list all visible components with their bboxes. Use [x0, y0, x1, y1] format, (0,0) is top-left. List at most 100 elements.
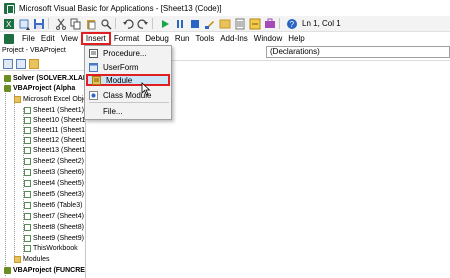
sheet-icon	[24, 191, 31, 198]
insert-module-item[interactable]: Module	[86, 74, 170, 86]
menu-edit[interactable]: Edit	[38, 32, 58, 45]
tree-connector	[5, 76, 6, 276]
tree-node-sheet[interactable]: Sheet6 (Table3)	[24, 201, 82, 210]
view-excel-icon[interactable]: X	[3, 18, 15, 30]
vba-project-icon	[4, 85, 11, 92]
project-toolbar	[0, 57, 85, 71]
svg-text:X: X	[6, 20, 12, 29]
project-explorer-title: Project - VBAProject	[0, 46, 85, 56]
insert-userform-item[interactable]: UserForm	[85, 61, 171, 73]
menu-window[interactable]: Window	[251, 32, 285, 45]
tree-node-vbaproject[interactable]: VBAProject (Alpha	[4, 84, 75, 93]
sheet-icon	[24, 147, 31, 154]
sheet-icon	[24, 180, 31, 187]
tree-connector	[14, 94, 15, 262]
menu-view[interactable]: View	[58, 32, 81, 45]
sheet-icon	[24, 213, 31, 220]
tree-node-sheet[interactable]: Sheet9 (Sheet9)	[24, 234, 84, 243]
menu-run[interactable]: Run	[172, 32, 193, 45]
svg-text:?: ?	[290, 20, 295, 29]
properties-icon[interactable]	[234, 18, 246, 30]
paste-icon[interactable]	[85, 18, 97, 30]
sheet-icon	[24, 224, 31, 231]
save-icon[interactable]	[33, 18, 45, 30]
folder-icon	[14, 96, 21, 103]
design-mode-icon[interactable]	[204, 18, 216, 30]
tree-node-sheet[interactable]: Sheet3 (Sheet6)	[24, 168, 84, 177]
module-icon	[92, 75, 101, 85]
tree-node-sheet[interactable]: Sheet7 (Sheet4)	[24, 212, 84, 221]
copy-icon[interactable]	[70, 18, 82, 30]
menu-tools[interactable]: Tools	[193, 32, 218, 45]
title-bar: Microsoft Visual Basic for Applications …	[0, 0, 450, 16]
sheet-icon	[24, 137, 31, 144]
tree-node-sheet[interactable]: Sheet8 (Sheet8)	[24, 223, 84, 232]
sheet-icon	[24, 158, 31, 165]
insert-class-module-item[interactable]: Class Module	[85, 89, 171, 101]
excel-icon[interactable]	[4, 33, 14, 44]
view-object-icon[interactable]	[16, 58, 26, 69]
toolbar-separator	[48, 18, 49, 29]
toolbox-icon[interactable]	[264, 18, 276, 30]
vba-project-icon	[4, 75, 11, 82]
menu-insert[interactable]: Insert	[80, 32, 111, 45]
tree-node-sheet[interactable]: Sheet12 (Sheet11)	[24, 136, 85, 145]
userform-icon	[89, 62, 98, 72]
sheet-icon	[24, 107, 31, 114]
tree-node-sheet[interactable]: Sheet1 (Sheet1)	[24, 106, 84, 115]
sheet-icon	[24, 235, 31, 242]
tree-node-sheet[interactable]: Sheet13 (Sheet12)	[24, 146, 85, 155]
workbook-icon	[24, 245, 31, 252]
toolbar-separator	[279, 18, 280, 29]
redo-icon[interactable]	[137, 18, 149, 30]
object-browser-icon[interactable]	[249, 18, 261, 30]
cut-icon[interactable]	[55, 18, 67, 30]
toolbar-separator	[115, 18, 116, 29]
project-explorer-icon[interactable]	[219, 18, 231, 30]
menu-debug[interactable]: Debug	[142, 32, 172, 45]
sheet-icon	[24, 169, 31, 176]
insert-file-item[interactable]: File...	[85, 105, 171, 117]
tree-node-excel-objects[interactable]: Microsoft Excel Objects	[14, 95, 85, 104]
insert-object-icon[interactable]	[18, 18, 30, 30]
tree-node-modules[interactable]: Modules	[14, 255, 49, 264]
run-icon[interactable]	[159, 18, 171, 30]
insert-menu-dropdown: Procedure... UserForm Module Class Modul…	[84, 45, 172, 120]
vba-project-icon	[4, 267, 11, 274]
tree-node-sheet[interactable]: Sheet11 (Sheet14)	[24, 126, 85, 135]
tree-node-solver[interactable]: Solver (SOLVER.XLAM)	[4, 74, 85, 83]
sheet-icon	[24, 117, 31, 124]
tree-node-thisworkbook[interactable]: ThisWorkbook	[24, 244, 78, 253]
menu-separator	[89, 102, 169, 103]
help-icon[interactable]: ?	[286, 18, 298, 30]
reset-icon[interactable]	[189, 18, 201, 30]
find-icon[interactable]	[100, 18, 112, 30]
menu-add-ins[interactable]: Add-Ins	[217, 32, 251, 45]
tree-node-sheet[interactable]: Sheet10 (Sheet10)	[24, 116, 85, 125]
tree-node-sheet[interactable]: Sheet4 (Sheet5)	[24, 179, 84, 188]
break-icon[interactable]	[174, 18, 186, 30]
tree-node-sheet[interactable]: Sheet2 (Sheet2)	[24, 157, 84, 166]
excel-icon	[4, 2, 15, 14]
cursor-position: Ln 1, Col 1	[302, 19, 341, 28]
project-tree: Solver (SOLVER.XLAM) VBAProject (Alpha M…	[0, 72, 85, 278]
tree-node-sheet[interactable]: Sheet5 (Sheet3)	[24, 190, 84, 199]
menu-help[interactable]: Help	[285, 32, 307, 45]
menu-file[interactable]: File	[19, 32, 38, 45]
view-code-icon[interactable]	[3, 58, 13, 69]
window-title: Microsoft Visual Basic for Applications …	[19, 3, 222, 13]
standard-toolbar: X ? Ln 1, Col 1	[0, 16, 450, 32]
procedure-icon	[89, 48, 98, 58]
menu-format[interactable]: Format	[111, 32, 142, 45]
toolbar-separator	[152, 18, 153, 29]
undo-icon[interactable]	[122, 18, 134, 30]
folder-icon	[14, 256, 21, 263]
tree-node-funcres[interactable]: VBAProject (FUNCRES.XL	[4, 266, 85, 275]
class-module-icon	[89, 90, 98, 100]
procedure-dropdown[interactable]: (Declarations)	[266, 46, 450, 58]
sheet-icon	[24, 127, 31, 134]
sheet-icon	[24, 202, 31, 209]
file-icon	[89, 107, 98, 116]
insert-procedure-item[interactable]: Procedure...	[85, 47, 171, 59]
toggle-folders-icon[interactable]	[29, 58, 39, 69]
